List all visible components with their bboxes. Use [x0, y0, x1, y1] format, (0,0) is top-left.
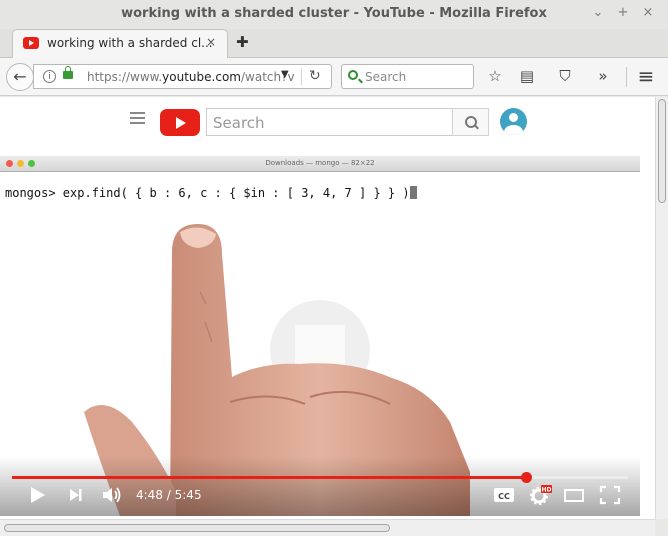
title-bar: working with a sharded cluster - YouTube…	[0, 0, 668, 29]
search-engine-icon[interactable]	[348, 70, 358, 80]
time-display: 4:48 / 5:45	[136, 488, 202, 502]
firefox-window: working with a sharded cluster - YouTube…	[0, 0, 668, 536]
fullscreen-icon[interactable]	[598, 484, 622, 506]
horizontal-scrollbar[interactable]	[0, 519, 655, 536]
terminal-title-bar: Downloads — mongo — 82×22	[0, 156, 640, 172]
reload-icon[interactable]: ↻	[309, 68, 321, 84]
current-time: 4:48	[136, 488, 163, 502]
minimize-button[interactable]: ⌄	[590, 5, 606, 21]
pocket-icon[interactable]: ⛉	[555, 66, 575, 86]
toolbar-separator	[626, 67, 627, 87]
captions-icon[interactable]: CC	[492, 484, 516, 506]
url-prefix: https://www.	[87, 70, 163, 84]
url-domain: youtube.com	[162, 70, 241, 84]
url-text[interactable]: https://www.youtube.com/watch?v	[87, 70, 295, 84]
url-bar[interactable]: i https://www.youtube.com/watch?v ▼ ↻	[33, 64, 332, 89]
video-player[interactable]: Downloads — mongo — 82×22 mongos> exp.fi…	[0, 156, 640, 516]
browser-search-placeholder: Search	[365, 70, 407, 84]
vertical-scrollbar[interactable]	[655, 97, 668, 519]
tab-youtube[interactable]: working with a sharded cl... ×	[12, 29, 228, 58]
url-dropdown-icon[interactable]: ▼	[281, 69, 289, 80]
reading-list-icon[interactable]: ▤	[517, 66, 537, 86]
play-icon[interactable]	[26, 484, 50, 506]
svg-text:CC: CC	[498, 492, 510, 501]
time-separator: /	[162, 488, 175, 502]
close-window-button[interactable]: ×	[640, 5, 656, 21]
tab-strip: working with a sharded cl... × ✚	[0, 29, 668, 58]
hamburger-menu-icon[interactable]: ≡	[636, 66, 656, 86]
vertical-scroll-thumb[interactable]	[658, 99, 666, 203]
guide-menu-icon[interactable]	[130, 112, 145, 124]
url-separator	[301, 68, 302, 85]
back-button[interactable]: ←	[6, 63, 34, 91]
maximize-button[interactable]: +	[615, 5, 631, 21]
volume-icon[interactable]	[100, 484, 124, 506]
avatar[interactable]	[500, 108, 527, 135]
progress-played	[12, 476, 527, 479]
youtube-search-button[interactable]	[452, 108, 489, 136]
browser-search-field[interactable]: Search	[341, 64, 474, 89]
theater-mode-icon[interactable]	[562, 484, 586, 506]
bookmark-star-icon[interactable]: ☆	[485, 66, 505, 86]
lock-icon	[63, 66, 73, 79]
youtube-search-input[interactable]: Search	[206, 108, 453, 136]
next-icon[interactable]	[64, 484, 88, 506]
overflow-chevron-icon[interactable]: »	[593, 66, 613, 86]
horizontal-scroll-thumb[interactable]	[4, 524, 390, 532]
settings-gear-icon[interactable]: HD	[528, 484, 552, 506]
svg-text:HD: HD	[541, 487, 551, 494]
tab-title: working with a sharded cl...	[47, 36, 213, 50]
page-content: Search Downloads — mongo — 82×22 mongos>…	[0, 97, 655, 519]
progress-bar[interactable]	[12, 472, 628, 483]
window-title: working with a sharded cluster - YouTube…	[121, 6, 547, 21]
youtube-favicon-icon	[23, 37, 39, 49]
new-tab-button[interactable]: ✚	[236, 33, 249, 51]
site-info-icon[interactable]: i	[43, 70, 56, 83]
tab-close-icon[interactable]: ×	[206, 35, 216, 49]
navigation-toolbar: i https://www.youtube.com/watch?v ▼ ↻ ← …	[0, 58, 668, 96]
terminal-title: Downloads — mongo — 82×22	[265, 159, 375, 167]
youtube-search-placeholder: Search	[213, 114, 265, 132]
duration: 5:45	[174, 488, 202, 502]
youtube-logo[interactable]	[160, 109, 200, 136]
